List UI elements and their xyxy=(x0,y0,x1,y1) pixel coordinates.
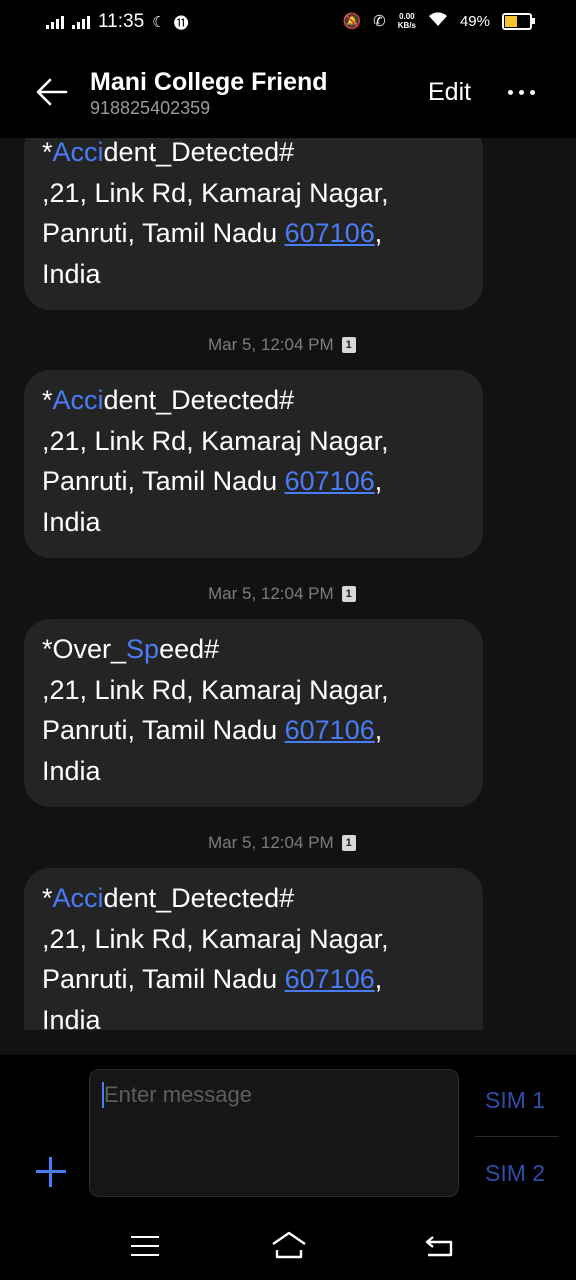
message-line-4: India xyxy=(42,506,101,537)
message-bubble[interactable]: *Over_Speed# ,21, Link Rd, Kamaraj Nagar… xyxy=(24,619,483,807)
conversation-header: Mani College Friend 918825402359 Edit xyxy=(0,46,576,138)
message-bubble[interactable]: *Accident_Detected# ,21, Link Rd, Kamara… xyxy=(24,138,483,310)
home-icon[interactable] xyxy=(270,1230,308,1260)
message-line-1: *Accident_Detected# xyxy=(42,385,295,415)
message-composer: Enter message SIM 1 SIM 2 xyxy=(0,1055,576,1200)
send-sim2-button[interactable]: SIM 2 xyxy=(485,1160,545,1187)
pincode-link[interactable]: 607106 xyxy=(285,466,375,496)
message-line-1: *Over_Speed# xyxy=(42,634,220,664)
moon-icon: ☾ xyxy=(152,14,166,31)
net-speed: 0.00 KB/s xyxy=(398,12,416,30)
message-line-3: Panruti, Tamil Nadu 607106, xyxy=(42,466,383,496)
net-speed-unit: KB/s xyxy=(397,21,416,30)
message-line-3: Panruti, Tamil Nadu 607106, xyxy=(42,218,383,248)
contact-name: Mani College Friend xyxy=(90,68,328,96)
message-list[interactable]: *Accident_Detected# ,21, Link Rd, Kamara… xyxy=(0,138,576,1030)
message-input[interactable]: Enter message xyxy=(89,1069,459,1197)
battery-icon xyxy=(502,12,535,30)
message-line-2: ,21, Link Rd, Kamaraj Nagar, xyxy=(42,425,389,456)
message-input-placeholder: Enter message xyxy=(104,1082,252,1107)
status-time: 11:35 xyxy=(98,11,145,32)
message-line-3: Panruti, Tamil Nadu 607106, xyxy=(42,715,383,745)
navigation-bar xyxy=(0,1200,576,1280)
back-icon[interactable] xyxy=(424,1234,454,1258)
net-speed-value: 0.00 xyxy=(399,12,415,21)
sim-indicator-icon: 1 xyxy=(341,835,356,851)
message-line-1: *Accident_Detected# xyxy=(42,883,295,913)
status-right: 🔕 ✆ 0.00 KB/s 49% xyxy=(342,11,535,31)
message-timestamp: Mar 5, 12:04 PM 1 xyxy=(208,584,356,604)
message-bubble[interactable]: *Accident_Detected# ,21, Link Rd, Kamara… xyxy=(24,868,483,1030)
message-timestamp: Mar 5, 12:04 PM 1 xyxy=(208,833,356,853)
sim-indicator-icon: 1 xyxy=(341,337,356,353)
mute-icon: 🔕 xyxy=(342,13,362,30)
send-sim1-button[interactable]: SIM 1 xyxy=(485,1087,545,1114)
sim-indicator-icon: 1 xyxy=(341,586,356,602)
pincode-link[interactable]: 607106 xyxy=(285,715,375,745)
app-notification-icon: ⓫ xyxy=(173,14,189,32)
signal-icon xyxy=(46,15,64,29)
message-line-4: India xyxy=(42,258,101,289)
message-line-4: India xyxy=(42,755,101,786)
battery-percent: 49% xyxy=(459,12,490,30)
sim-divider xyxy=(475,1136,559,1137)
message-line-2: ,21, Link Rd, Kamaraj Nagar, xyxy=(42,177,389,208)
edit-button[interactable]: Edit xyxy=(428,78,471,107)
add-icon[interactable] xyxy=(36,1157,66,1187)
message-line-2: ,21, Link Rd, Kamaraj Nagar, xyxy=(42,674,389,705)
message-line-1: *Accident_Detected# xyxy=(42,138,295,167)
pincode-link[interactable]: 607106 xyxy=(285,964,375,994)
back-arrow-icon[interactable] xyxy=(34,74,70,110)
contact-phone: 918825402359 xyxy=(90,98,211,118)
message-line-2: ,21, Link Rd, Kamaraj Nagar, xyxy=(42,923,389,954)
message-line-4: India xyxy=(42,1004,101,1031)
wifi-calling-icon: ✆ xyxy=(373,13,386,30)
pincode-link[interactable]: 607106 xyxy=(285,218,375,248)
menu-icon[interactable] xyxy=(131,1236,159,1263)
wifi-icon xyxy=(428,11,448,31)
signal-2-icon xyxy=(72,15,90,29)
more-icon[interactable] xyxy=(508,90,535,95)
status-bar: 11:35 ☾ ⓫ 🔕 ✆ 0.00 KB/s 49% xyxy=(0,0,576,46)
message-line-3: Panruti, Tamil Nadu 607106, xyxy=(42,964,383,994)
status-left: 11:35 ☾ ⓫ xyxy=(46,11,189,33)
message-bubble[interactable]: *Accident_Detected# ,21, Link Rd, Kamara… xyxy=(24,370,483,558)
message-timestamp: Mar 5, 12:04 PM 1 xyxy=(208,335,356,355)
